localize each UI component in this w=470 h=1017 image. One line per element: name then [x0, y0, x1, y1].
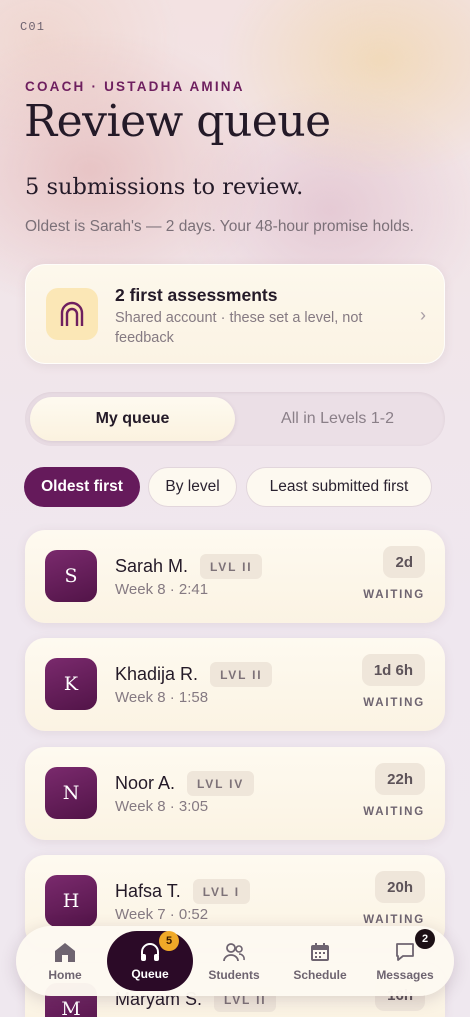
- sort-chip-oldest-first[interactable]: Oldest first: [24, 467, 140, 507]
- queue-scope-toggle: My queue All in Levels 1-2: [25, 392, 445, 446]
- status-label: WAITING: [363, 914, 425, 926]
- avatar: S: [45, 550, 97, 602]
- level-badge: LVL II: [200, 554, 263, 579]
- student-name-text: Noor A.: [115, 773, 176, 793]
- tab-students-label: Students: [208, 967, 260, 982]
- submissions-summary: 5 submissions to review.: [25, 174, 304, 200]
- home-icon: [55, 942, 75, 962]
- student-name-text: Hafsa T.: [115, 881, 181, 901]
- queue-row[interactable]: N Noor A. LVL IV Week 8 · 3:05 22h WAITIN…: [25, 747, 445, 840]
- arch-icon: [46, 288, 98, 340]
- tab-home-label: Home: [48, 967, 82, 982]
- tab-schedule-label: Schedule: [293, 967, 347, 982]
- tab-home[interactable]: Home: [25, 926, 105, 996]
- student-name-text: Sarah M.: [115, 556, 189, 576]
- tab-schedule[interactable]: Schedule: [280, 926, 360, 996]
- oldest-note: Oldest is Sarah's — 2 days. Your 48-hour…: [25, 218, 414, 235]
- message-icon: [396, 942, 414, 961]
- level-badge: LVL II: [210, 662, 273, 687]
- student-name-text: Khadija R.: [115, 664, 199, 684]
- student-name: Sarah M. LVL II: [115, 554, 263, 579]
- queue-row[interactable]: S Sarah M. LVL II Week 8 · 2:41 2d WAITIN…: [25, 530, 445, 623]
- wait-time: 1d 6h: [361, 654, 425, 686]
- wait-time: 22h: [375, 763, 425, 795]
- student-name: Noor A. LVL IV: [115, 771, 255, 796]
- submission-meta: Week 8 · 3:05: [115, 798, 209, 815]
- status-label: WAITING: [363, 697, 425, 709]
- headphones-icon: [141, 942, 159, 961]
- submission-meta: Week 8 · 2:41: [115, 581, 209, 598]
- tab-queue-label: Queue: [131, 966, 169, 981]
- messages-count-badge: 2: [415, 929, 435, 949]
- avatar: N: [45, 767, 97, 819]
- sort-chip-least-submitted[interactable]: Least submitted first: [246, 467, 432, 507]
- first-assessments-card[interactable]: 2 first assessments Shared account · the…: [25, 264, 445, 364]
- submission-meta: Week 8 · 1:58: [115, 689, 209, 706]
- wait-time: 20h: [375, 871, 425, 903]
- calendar-icon: [311, 942, 329, 961]
- tab-messages-label: Messages: [376, 967, 434, 982]
- assessments-description: Shared account · these set a level, not …: [115, 310, 363, 346]
- level-badge: LVL I: [192, 879, 250, 904]
- segment-all-levels[interactable]: All in Levels 1-2: [235, 397, 440, 441]
- submission-meta: Week 7 · 0:52: [115, 906, 209, 923]
- tab-queue[interactable]: Queue 5: [107, 931, 193, 991]
- student-name: Khadija R. LVL II: [115, 662, 273, 687]
- queue-count-badge: 5: [159, 931, 179, 951]
- students-icon: [223, 942, 245, 961]
- queue-row[interactable]: K Khadija R. LVL II Week 8 · 1:58 1d 6h W…: [25, 638, 445, 731]
- tab-students[interactable]: Students: [194, 926, 274, 996]
- tab-messages[interactable]: Messages 2: [365, 926, 445, 996]
- status-label: WAITING: [363, 806, 425, 818]
- page-title: Review queue: [24, 96, 331, 147]
- student-name: Hafsa T. LVL I: [115, 879, 250, 904]
- avatar: K: [45, 658, 97, 710]
- assessments-title: 2 first assessments: [115, 285, 278, 305]
- screen-id: C01: [20, 20, 46, 34]
- sort-chip-by-level[interactable]: By level: [148, 467, 237, 507]
- level-badge: LVL IV: [187, 771, 255, 796]
- status-label: WAITING: [363, 589, 425, 601]
- bottom-tab-bar: Home Queue 5 Students Schedule Messages …: [16, 926, 454, 996]
- wait-time: 2d: [383, 546, 425, 578]
- coach-eyebrow: COACH · USTADHA AMINA: [25, 79, 245, 94]
- chevron-right-icon: ›: [420, 305, 426, 325]
- segment-my-queue[interactable]: My queue: [30, 397, 235, 441]
- avatar: H: [45, 875, 97, 927]
